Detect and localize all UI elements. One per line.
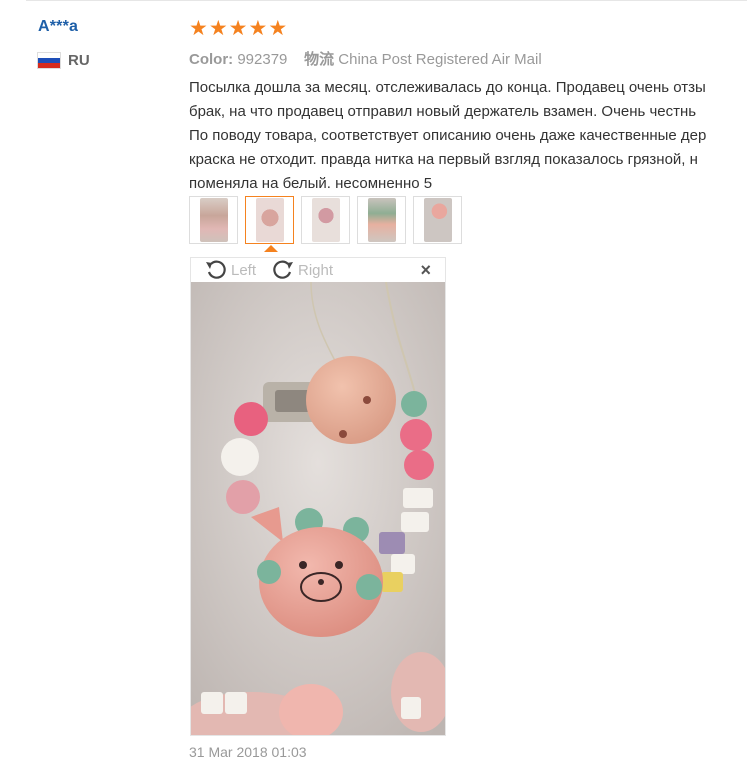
photo-thumbnail-selected[interactable] [245, 196, 294, 244]
review-photo [191, 282, 445, 735]
photo-thumbnail[interactable] [413, 196, 462, 244]
rotate-left-icon [206, 260, 226, 279]
rotate-right-label: Right [298, 261, 334, 279]
review-text-line: Посылка дошла за месяц. отслеживалась до… [189, 79, 706, 96]
star-icon: ★ [228, 17, 248, 40]
rotate-right-button[interactable]: Right [270, 258, 333, 282]
review-text-line: поменяла на белый. несомненно 5 [189, 175, 433, 192]
thumbnail-image [367, 198, 396, 242]
reviewer-name[interactable]: A***a [38, 18, 78, 36]
photo-thumbnail[interactable] [357, 196, 406, 244]
star-icon: ★ [189, 17, 208, 40]
photo-thumbnails [189, 196, 462, 244]
star-rating: ★ ★ ★ ★ ★ [189, 18, 287, 40]
thumbnail-image [423, 198, 452, 242]
reviewer-country: RU [38, 52, 90, 69]
russia-flag-icon [38, 53, 60, 68]
star-icon: ★ [248, 17, 268, 40]
star-icon: ★ [268, 17, 288, 40]
photo-thumbnail[interactable] [189, 196, 238, 244]
photo-viewer-toolbar: Left Right × [191, 258, 445, 282]
order-meta: Color: 992379 物流 China Post Registered A… [189, 48, 542, 69]
review-photo-image [191, 282, 445, 735]
close-viewer-button[interactable]: × [420, 260, 431, 281]
photo-viewer: Left Right × [190, 257, 446, 736]
review-text-line: По поводу товара, соответствует описанию… [189, 127, 707, 144]
review-text: Посылка дошла за месяц. отслеживалась до… [189, 76, 747, 196]
color-value: 992379 [237, 51, 288, 68]
color-label: Color: [189, 51, 234, 68]
shipping-label: 物流 [304, 51, 335, 68]
rotate-left-button[interactable]: Left [203, 258, 256, 282]
rotate-left-label: Left [231, 261, 257, 279]
review-text-line: краска не отходит. правда нитка на первы… [189, 151, 698, 168]
shipping-value: China Post Registered Air Mail [338, 51, 542, 68]
selected-thumbnail-pointer [264, 245, 278, 252]
review-text-line: брак, на что продавец отправил новый дер… [189, 103, 697, 120]
star-icon: ★ [208, 17, 228, 40]
thumbnail-image [199, 198, 228, 242]
country-code: RU [68, 52, 90, 69]
thumbnail-image [311, 198, 340, 242]
review-date: 31 Mar 2018 01:03 [189, 744, 307, 760]
rotate-right-icon [273, 260, 293, 279]
photo-thumbnail[interactable] [301, 196, 350, 244]
thumbnail-image [255, 198, 284, 242]
top-divider [26, 0, 747, 1]
